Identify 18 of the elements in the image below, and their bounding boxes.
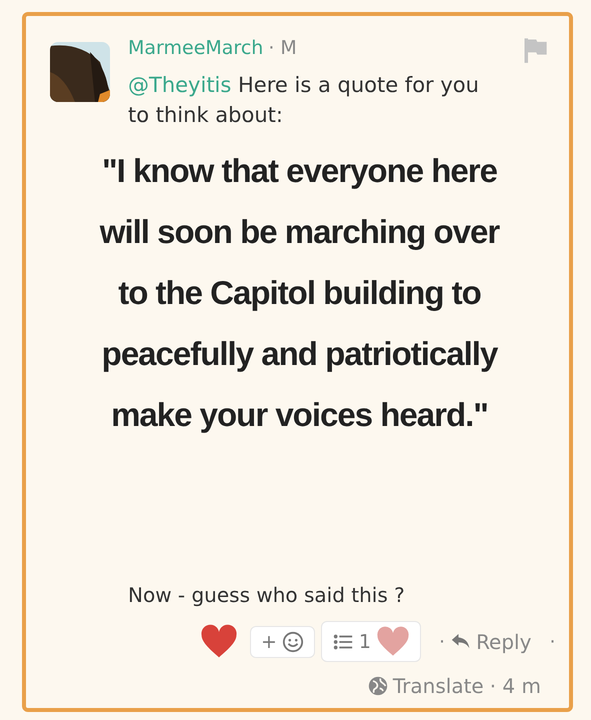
- post-time: · 4 m: [490, 674, 541, 698]
- smiley-icon: [282, 630, 304, 652]
- author-name[interactable]: MarmeeMarch: [128, 37, 264, 59]
- quote-text: "I know that everyone here will soon be marching over to the Capitol building to peacefully and patriotically make your voices heard.": [98, 151, 501, 435]
- post-text: @Theyitis Here is a quote for you to think about:: [128, 72, 480, 129]
- reply-link[interactable]: Reply: [451, 630, 532, 654]
- separator: ·: [549, 630, 556, 652]
- translate-link[interactable]: Translate: [368, 674, 484, 698]
- author-role-label: · M: [268, 37, 297, 59]
- like-icon[interactable]: [200, 624, 238, 659]
- reactions-button[interactable]: 1: [320, 621, 422, 662]
- reply-icon: [451, 633, 472, 650]
- heart-icon: [376, 626, 410, 657]
- separator: ·: [439, 630, 446, 652]
- add-reaction-button[interactable]: +: [250, 626, 315, 658]
- post-text: Now - guess who said this ?: [128, 583, 406, 609]
- mention-link[interactable]: @Theyitis: [128, 73, 232, 97]
- globe-icon: [368, 676, 388, 696]
